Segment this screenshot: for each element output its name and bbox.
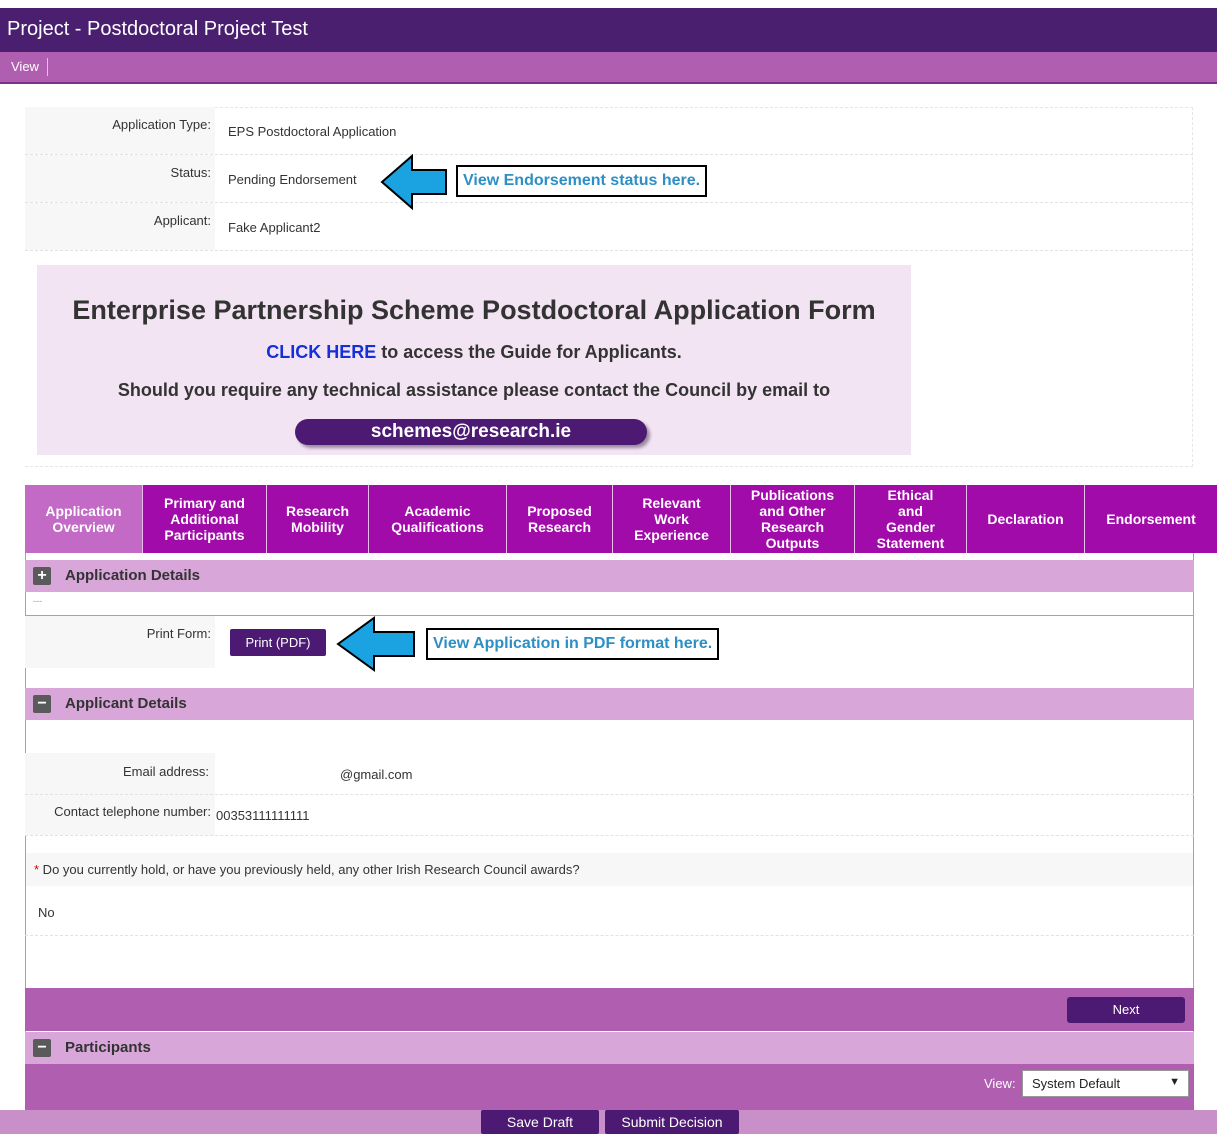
collapsed-dots: --- (33, 596, 42, 606)
info-banner: Enterprise Partnership Scheme Postdoctor… (37, 265, 911, 455)
tab-participants[interactable]: Primary and Additional Participants (143, 485, 267, 553)
tab-ethical-gender-statement[interactable]: Ethical and Gender Statement (855, 485, 967, 553)
status-value: Pending Endorsement (228, 172, 357, 187)
view-bar (25, 1064, 1194, 1110)
guide-link[interactable]: CLICK HERE (266, 342, 376, 362)
collapse-icon[interactable]: − (33, 1039, 51, 1057)
arrow-left-icon (380, 153, 447, 211)
tab-bar: Application Overview Primary and Additiona… (25, 485, 1217, 553)
window-title: Project - Postdoctoral Project Test (0, 8, 1217, 52)
application-type-value: EPS Postdoctoral Application (228, 124, 397, 139)
guide-text: to access the Guide for Applicants. (376, 342, 682, 362)
arrow-left-icon (336, 616, 415, 672)
tab-work-experience[interactable]: Relevant Work Experience (613, 485, 731, 553)
participants-header[interactable]: − Participants (25, 1032, 1194, 1064)
chevron-down-icon: ▼ (1169, 1076, 1180, 1088)
section-title: Application Details (65, 567, 201, 584)
section-title: Participants (65, 1039, 151, 1056)
print-form-label-cell (25, 616, 215, 668)
support-text: Should you require any technical assista… (117, 380, 831, 400)
submit-decision-button[interactable]: Submit Decision (605, 1110, 739, 1134)
applicant-value: Fake Applicant2 (228, 220, 321, 235)
tab-endorsement[interactable]: Endorsement (1085, 485, 1217, 553)
divider (25, 835, 1194, 836)
tab-academic-qualifications[interactable]: Academic Qualifications (369, 485, 507, 553)
view-label: View: (984, 1076, 1016, 1091)
next-button[interactable]: Next (1067, 997, 1185, 1023)
pdf-callout: View Application in PDF format here. (426, 628, 720, 660)
collapse-icon[interactable]: − (33, 695, 51, 713)
status-callout: View Endorsement status here. (456, 165, 708, 197)
tab-proposed-research[interactable]: Proposed Research (507, 485, 613, 553)
application-type-label: Application Type: (25, 107, 215, 154)
application-type-row: Application Type: EPS Postdoctoral Appli… (25, 107, 1193, 155)
support-email[interactable]: schemes@research.ie (295, 419, 647, 445)
status-label: Status: (25, 155, 215, 202)
guide-line: CLICK HERE to access the Guide for Appli… (37, 342, 911, 363)
applicant-row: Applicant: Fake Applicant2 (25, 203, 1193, 251)
applicant-label: Applicant: (25, 203, 215, 250)
email-value: @gmail.com (340, 767, 413, 782)
tab-declaration[interactable]: Declaration (967, 485, 1085, 553)
section-footer (25, 988, 1194, 1031)
print-form-label: Print Form: (146, 626, 211, 641)
applicant-details-header[interactable]: − Applicant Details (25, 688, 1194, 720)
tab-publications[interactable]: Publications and Other Research Outputs (731, 485, 855, 553)
banner-title: Enterprise Partnership Scheme Postdoctor… (72, 295, 876, 325)
tab-application-overview[interactable]: Application Overview (25, 485, 143, 553)
expand-icon[interactable]: + (33, 567, 51, 585)
phone-label: Contact telephone number: (54, 804, 211, 819)
view-select-value: System Default (1032, 1076, 1121, 1091)
menu-view[interactable]: View (11, 58, 48, 76)
divider (25, 935, 1194, 936)
tab-research-mobility[interactable]: Research Mobility (267, 485, 369, 553)
awards-answer: No (38, 905, 55, 920)
awards-question: * Do you currently hold, or have you pre… (34, 862, 580, 877)
phone-value: 00353111111111 (216, 808, 310, 823)
save-draft-button[interactable]: Save Draft (481, 1110, 599, 1134)
menu-bar: View (0, 52, 1217, 84)
section-title: Applicant Details (65, 695, 187, 712)
application-details-header[interactable]: + Application Details (25, 560, 1194, 592)
email-label: Email address: (123, 764, 209, 779)
view-select[interactable]: System Default ▼ (1022, 1070, 1189, 1097)
print-pdf-button[interactable]: Print (PDF) (230, 629, 326, 656)
